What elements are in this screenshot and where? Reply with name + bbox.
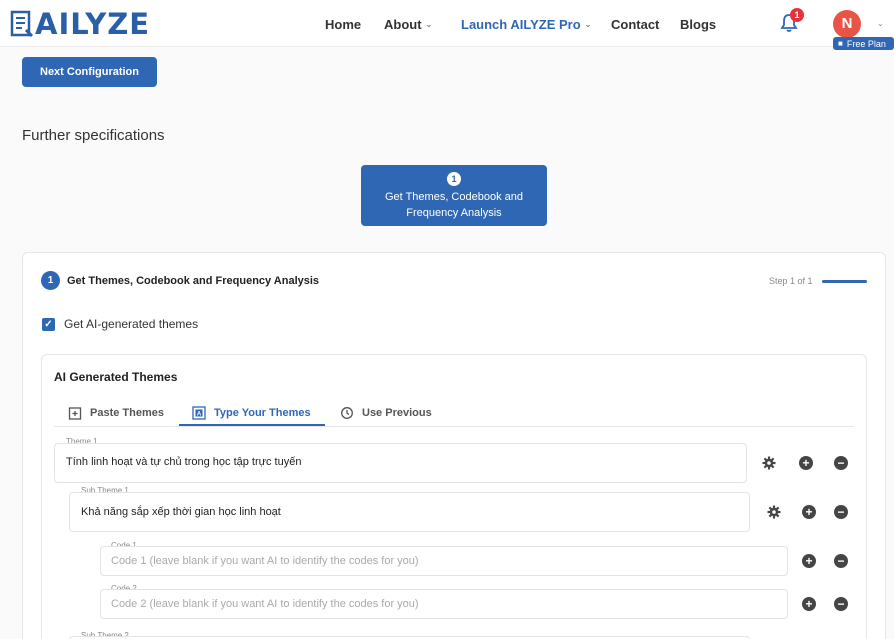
- panel-header: 1 Get Themes, Codebook and Frequency Ana…: [41, 271, 319, 290]
- remove-sub-theme-button[interactable]: −: [834, 505, 848, 519]
- svg-text:A: A: [197, 412, 202, 418]
- add-code-button[interactable]: +: [802, 597, 816, 611]
- chevron-down-icon: ⌄: [425, 20, 433, 29]
- sub-theme-1-value[interactable]: Khả năng sắp xếp thời gian học linh hoạt: [81, 506, 281, 518]
- tab-type-your-themes-label: Type Your Themes: [214, 407, 311, 419]
- user-icon: ■: [838, 39, 843, 48]
- chevron-down-icon: ⌄: [584, 20, 592, 29]
- nav-about[interactable]: About ⌄: [384, 17, 432, 32]
- tab-paste-themes[interactable]: Paste Themes: [68, 400, 164, 426]
- history-icon: [340, 406, 354, 420]
- document-logo-icon: [10, 10, 34, 38]
- nav-contact[interactable]: Contact: [611, 17, 659, 32]
- paste-icon: [68, 406, 82, 420]
- gear-icon[interactable]: [767, 505, 781, 519]
- nav-home[interactable]: Home: [325, 17, 361, 32]
- ai-themes-checkbox-row[interactable]: ✓ Get AI-generated themes: [42, 317, 198, 331]
- chevron-down-icon[interactable]: ⌄: [877, 19, 884, 28]
- code-2-placeholder[interactable]: Code 2 (leave blank if you want AI to id…: [111, 598, 419, 610]
- step-progress-text: Step 1 of 1: [769, 276, 813, 286]
- remove-code-button[interactable]: −: [834, 597, 848, 611]
- add-code-button[interactable]: +: [802, 554, 816, 568]
- nav-launch-pro[interactable]: Launch AILYZE Pro ⌄: [461, 17, 591, 32]
- tabs-divider: [54, 426, 854, 427]
- panel-title: Get Themes, Codebook and Frequency Analy…: [67, 274, 320, 287]
- text-icon: A: [192, 406, 206, 420]
- nav-blogs-label: Blogs: [680, 17, 717, 32]
- tab-type-your-themes[interactable]: A Type Your Themes: [192, 400, 311, 426]
- checkbox-label: Get AI-generated themes: [64, 317, 199, 331]
- logo-text: AILYZE: [35, 6, 151, 41]
- nav-blogs[interactable]: Blogs: [680, 17, 716, 32]
- add-sub-theme-button[interactable]: +: [802, 505, 816, 519]
- remove-theme-button[interactable]: −: [834, 456, 848, 470]
- add-theme-button[interactable]: +: [799, 456, 813, 470]
- step-progress-bar: [822, 280, 867, 283]
- ailyze-logo[interactable]: AILYZE: [10, 7, 150, 41]
- tab-paste-themes-label: Paste Themes: [90, 407, 164, 419]
- step-number: 1: [447, 172, 461, 186]
- nav-about-label: About: [384, 17, 422, 32]
- remove-code-button[interactable]: −: [834, 554, 848, 568]
- step-card[interactable]: 1 Get Themes, Codebook and Frequency Ana…: [361, 165, 547, 226]
- theme-1-value[interactable]: Tính linh hoạt và tự chủ trong học tập t…: [66, 456, 301, 468]
- notification-badge: 1: [790, 8, 804, 22]
- gear-icon[interactable]: [762, 456, 776, 470]
- next-configuration-button[interactable]: Next Configuration: [22, 57, 157, 87]
- step-card-label: Get Themes, Codebook and Frequency Analy…: [385, 191, 523, 219]
- section-title: Further specifications: [22, 127, 165, 144]
- top-nav-bar: AILYZE Home About ⌄ Launch AILYZE Pro ⌄ Co…: [0, 0, 894, 50]
- code-1-placeholder[interactable]: Code 1 (leave blank if you want AI to id…: [111, 555, 419, 567]
- nav-contact-label: Contact: [611, 17, 660, 32]
- active-tab-indicator: [179, 424, 325, 426]
- panel-step-number: 1: [41, 271, 60, 290]
- tab-use-previous-label: Use Previous: [362, 407, 432, 419]
- checkbox-checked-icon[interactable]: ✓: [42, 317, 55, 331]
- avatar[interactable]: N: [833, 10, 861, 38]
- ai-themes-title: AI Generated Themes: [54, 370, 178, 384]
- nav-home-label: Home: [325, 17, 362, 32]
- plan-badge: ■ Free Plan: [833, 37, 894, 50]
- plan-badge-label: Free Plan: [846, 38, 886, 49]
- nav-launch-pro-label: Launch AILYZE Pro: [461, 17, 581, 32]
- tab-use-previous[interactable]: Use Previous: [340, 400, 432, 426]
